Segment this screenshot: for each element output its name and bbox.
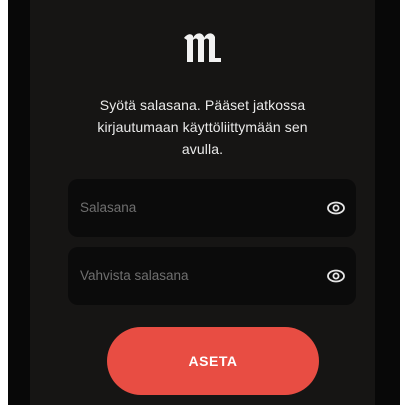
confirm-password-field[interactable]: Vahvista salasana: [68, 247, 356, 305]
password-field[interactable]: Salasana: [68, 179, 356, 237]
app-window: Syötä salasana. Pääset jatkossa kirjautu…: [0, 0, 405, 419]
instruction-line-1: Syötä salasana. Pääset jatkossa: [99, 97, 306, 113]
instruction-text: Syötä salasana. Pääset jatkossa kirjautu…: [30, 94, 375, 160]
brand-m-logo-icon: [183, 33, 221, 62]
password-placeholder: Salasana: [80, 200, 137, 215]
confirm-password-placeholder: Vahvista salasana: [80, 268, 189, 283]
set-password-button[interactable]: ASETA: [107, 327, 319, 395]
instruction-line-3: avulla.: [181, 141, 224, 157]
instruction-line-2: kirjautumaan käyttöliittymään sen: [97, 119, 308, 135]
eye-icon[interactable]: [326, 267, 346, 285]
brand-logo: [30, 28, 375, 64]
eye-icon[interactable]: [326, 199, 346, 217]
left-edge: [0, 0, 8, 419]
